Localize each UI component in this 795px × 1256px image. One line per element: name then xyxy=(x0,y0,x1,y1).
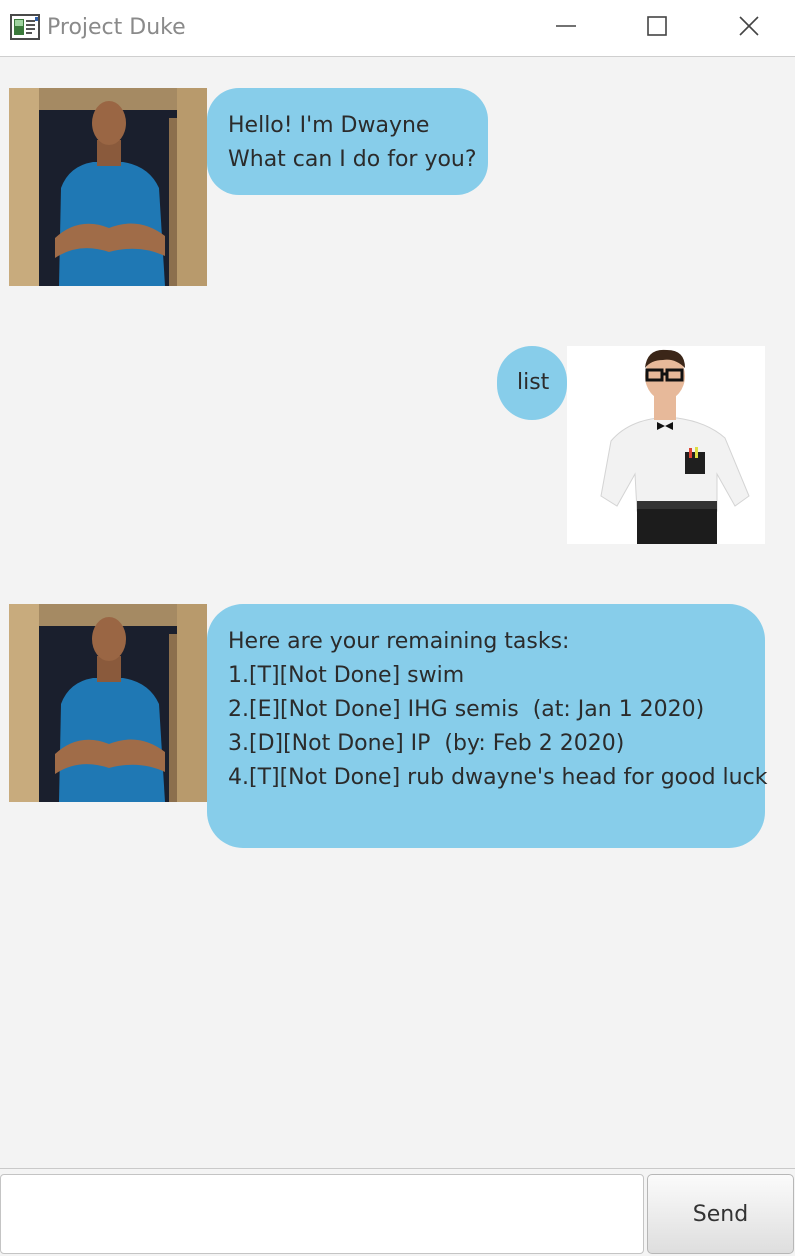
minimize-button[interactable] xyxy=(536,0,596,56)
title-bar[interactable]: Project Duke xyxy=(0,0,795,57)
message-input[interactable] xyxy=(0,1174,644,1254)
dwayne-photo xyxy=(9,88,207,286)
maximize-icon xyxy=(646,15,668,41)
app-window-icon xyxy=(10,14,40,40)
message-line: Hello! I'm Dwayne xyxy=(228,113,430,138)
task-item: 1.[T][Not Done] swim xyxy=(228,663,465,688)
maximize-button[interactable] xyxy=(627,0,687,56)
close-button[interactable] xyxy=(719,0,779,56)
bot-message-bubble: Here are your remaining tasks: 1.[T][Not… xyxy=(207,604,768,848)
message-line: list xyxy=(517,370,550,395)
bot-avatar xyxy=(9,88,207,286)
task-item: 3.[D][Not Done] IP (by: Feb 2 2020) xyxy=(228,731,625,756)
chat-area[interactable]: Hello! I'm Dwayne What can I do for you?… xyxy=(0,58,795,1168)
message-line: Here are your remaining tasks: xyxy=(228,629,570,654)
dwayne-photo xyxy=(9,604,207,802)
user-message-bubble: list xyxy=(497,346,567,420)
task-item: 2.[E][Not Done] IHG semis (at: Jan 1 202… xyxy=(228,697,705,722)
app-window: Project Duke Hello! I'm Dwayne What can … xyxy=(0,0,795,1256)
minimize-icon xyxy=(555,15,577,41)
message-line: What can I do for you? xyxy=(228,147,477,172)
send-button[interactable]: Send xyxy=(647,1174,794,1254)
nerd-user-photo xyxy=(567,346,765,544)
bot-message-bubble: Hello! I'm Dwayne What can I do for you? xyxy=(207,88,488,195)
task-item: 4.[T][Not Done] rub dwayne's head for go… xyxy=(228,765,768,790)
window-title: Project Duke xyxy=(47,15,186,40)
input-bar: Send xyxy=(0,1168,795,1256)
user-avatar xyxy=(567,346,765,544)
close-icon xyxy=(738,15,760,41)
bot-avatar xyxy=(9,604,207,802)
